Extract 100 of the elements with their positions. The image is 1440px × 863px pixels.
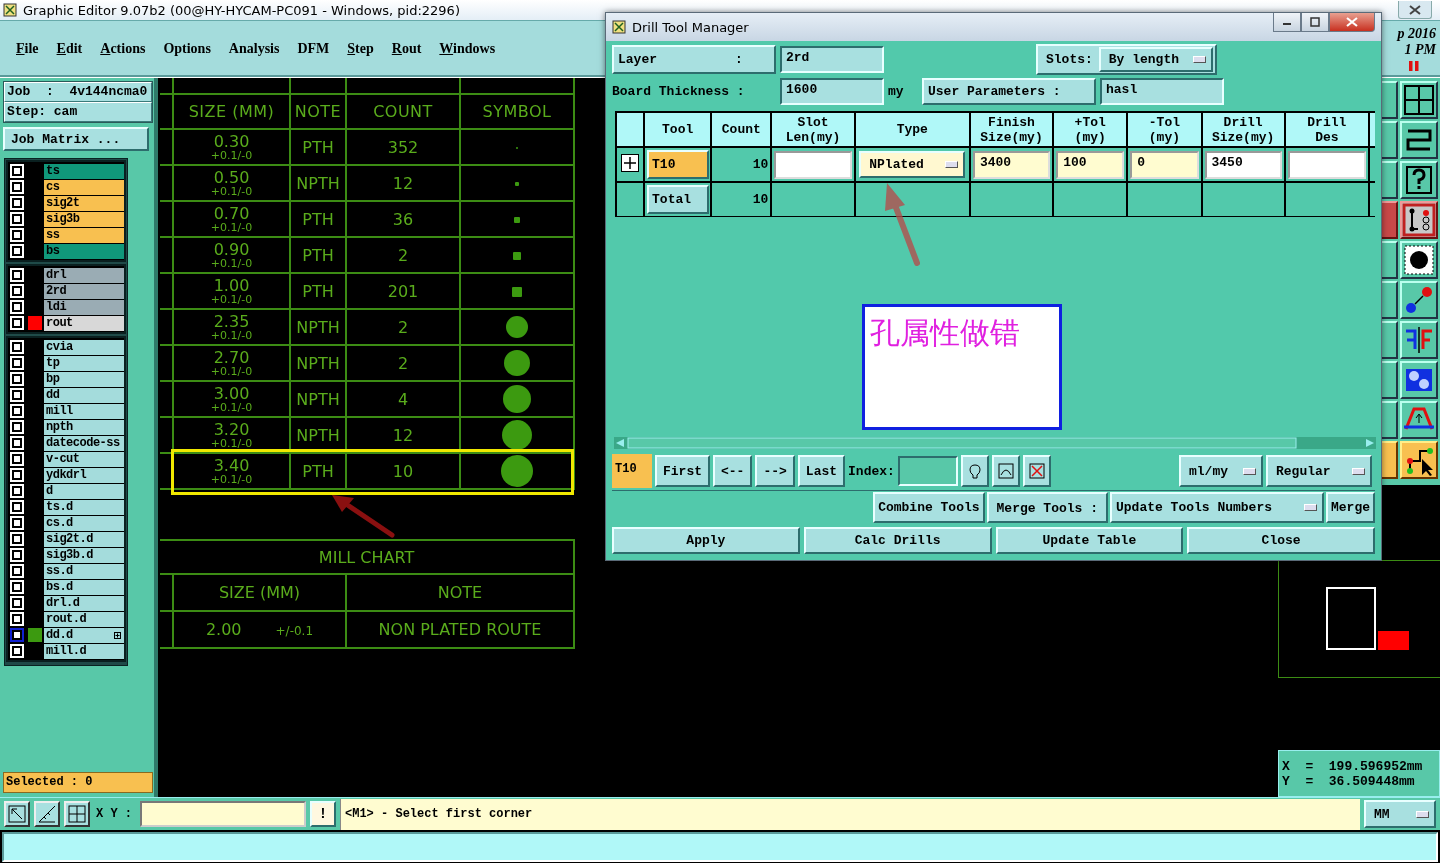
layer-item[interactable]: ss [44,227,124,243]
layer-item[interactable]: cvia [44,339,124,355]
expand-icon[interactable] [621,153,640,172]
layer-item[interactable]: bs.d [44,579,124,595]
menu-item[interactable]: Edit [56,41,83,57]
minimize-button[interactable] [1273,13,1301,32]
layer-item[interactable]: ts.d [44,499,124,515]
finish-size-field[interactable]: 3400 [972,150,1051,179]
layer-button[interactable]: Layer : [612,45,776,74]
horizontal-scrollbar[interactable] [614,437,1376,449]
clock-date: p 2016 [1397,26,1436,42]
menu-item[interactable]: Windows [439,41,496,57]
layer-item[interactable]: ydkdrl [44,467,124,483]
layer-item[interactable]: drl [44,267,124,283]
app-icon [612,20,626,34]
merge-tools-label: Merge Tools : [986,492,1108,523]
tool-button[interactable]: T10 [647,150,710,179]
tolerance-value: +0.1/-0 [209,186,254,197]
layer-item[interactable]: drl.d [44,595,124,611]
combine-tools-button[interactable]: Combine Tools [873,492,985,523]
icon-button[interactable] [1022,455,1051,487]
layer-item[interactable]: npth [44,419,124,435]
mode-dropdown[interactable]: Regular [1266,455,1372,487]
layer-item[interactable]: mill [44,403,124,419]
layer-item[interactable]: rout.d [44,611,124,627]
nav-button[interactable]: <-- [713,455,753,487]
expand-icon[interactable] [114,631,121,639]
layer-item[interactable]: bp [44,371,124,387]
layer-item[interactable]: cs [44,179,124,195]
index-field[interactable] [897,456,958,486]
column-header: Drill Size(my) [1201,112,1285,147]
menu-item[interactable]: Step [347,41,374,57]
job-matrix-button[interactable]: Job Matrix ... [3,127,149,151]
menu-item[interactable]: Options [163,41,211,57]
tolerance-value: +0.1/-0 [209,402,254,413]
drill-size-field[interactable]: 3450 [1204,150,1282,179]
slots-dropdown[interactable]: By length [1098,47,1213,72]
icon-button[interactable] [991,455,1020,487]
type-dropdown[interactable]: NPlated [859,151,966,178]
coordinate-field[interactable] [140,801,306,827]
layer-item[interactable]: dd.d [44,627,124,643]
layer-field[interactable]: 2rd [780,46,884,73]
action-button[interactable]: Apply [612,527,800,554]
toolbar-button[interactable] [1400,201,1438,239]
plus-tolerance-field[interactable]: 100 [1056,150,1125,179]
total-button[interactable]: Total [647,185,710,214]
drill-designation-field[interactable] [1287,150,1366,179]
maximize-button[interactable] [1301,13,1329,32]
layer-item[interactable]: v-cut [44,451,124,467]
layer-item[interactable]: datecode-ss [44,435,124,451]
slot-length-field[interactable] [774,150,852,179]
layer-item[interactable]: cs.d [44,515,124,531]
table-cell: NPTH [290,381,346,417]
layer-item[interactable]: sig3b.d [44,547,124,563]
merge-button[interactable]: Merge [1326,492,1375,523]
close-button[interactable] [1398,1,1432,19]
minus-tolerance-field[interactable]: 0 [1130,150,1199,179]
table-cell: NON PLATED ROUTE [346,611,575,648]
layer-checkbox[interactable] [10,628,24,642]
nav-button[interactable]: --> [755,455,795,487]
nav-button[interactable]: Last [797,455,846,487]
layer-item[interactable]: sig3b [44,211,124,227]
layer-item[interactable]: dd [44,387,124,403]
table-cell: NPTH [290,417,346,453]
menu-item[interactable]: Analysis [228,41,280,57]
layer-item[interactable]: ldi [44,299,124,315]
table-cell: 201 [346,273,460,309]
menu-item[interactable]: Actions [100,41,146,57]
thickness-field[interactable]: 1600 [780,77,884,105]
merge-mode-dropdown[interactable]: Update Tools Numbers [1110,492,1324,523]
icon-button[interactable] [960,455,989,487]
units-dropdown[interactable]: MM [1364,800,1436,828]
action-button[interactable]: Close [1187,527,1375,554]
close-button[interactable] [1329,13,1375,32]
layer-item[interactable]: bs [44,243,124,259]
size-value: 3.40 [212,457,251,474]
menu-item[interactable]: Rout [391,41,422,57]
chart-title: MILL CHART [160,540,575,574]
layer-item[interactable]: sig2t.d [44,531,124,547]
column-header: Finish Size(my) [969,112,1054,147]
layer-item[interactable]: sig2t [44,195,124,211]
bulb-icon [966,463,983,479]
layer-item[interactable]: ss.d [44,563,124,579]
menu-item[interactable]: File [16,41,39,57]
layer-item[interactable]: d [44,483,124,499]
user-parameters-button[interactable]: User Parameters : [922,77,1096,105]
menu-item[interactable]: DFM [297,41,330,57]
action-button[interactable]: Update Table [995,527,1184,554]
layer-item[interactable]: mill.d [44,643,124,659]
alert-button[interactable]: ! [310,801,336,827]
layer-item[interactable]: ts [44,163,124,179]
layer-item[interactable]: tp [44,355,124,371]
tolerance-value: +0.1/-0 [209,150,254,161]
nav-button[interactable]: First [655,455,710,487]
user-parameters-field[interactable]: hasl [1100,77,1224,105]
units-dropdown[interactable]: ml/my [1179,455,1263,487]
layer-item[interactable]: rout [44,315,124,331]
table-cell: NPTH [290,165,346,201]
layer-item[interactable]: 2rd [44,283,124,299]
action-button[interactable]: Calc Drills [803,527,992,554]
